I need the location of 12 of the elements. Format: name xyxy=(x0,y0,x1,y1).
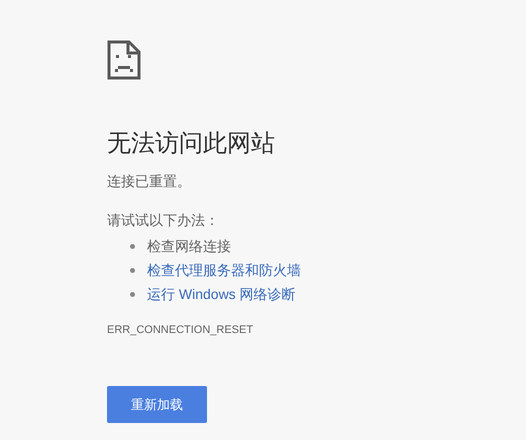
suggestion-link[interactable]: 检查代理服务器和防火墙 xyxy=(147,260,301,280)
suggestions-heading: 请试试以下办法： xyxy=(107,211,219,230)
error-title: 无法访问此网站 xyxy=(107,129,275,159)
bullet-icon xyxy=(130,292,135,296)
suggestion-text: 检查网络连接 xyxy=(147,236,231,256)
bullet-icon xyxy=(130,244,135,248)
reload-button[interactable]: 重新加载 xyxy=(107,386,207,423)
sad-page-icon xyxy=(107,40,141,80)
bullet-icon xyxy=(130,268,135,272)
error-code: ERR_CONNECTION_RESET xyxy=(107,323,254,337)
error-message: 连接已重置。 xyxy=(107,172,191,191)
suggestion-link[interactable]: 运行 Windows 网络诊断 xyxy=(147,284,296,304)
